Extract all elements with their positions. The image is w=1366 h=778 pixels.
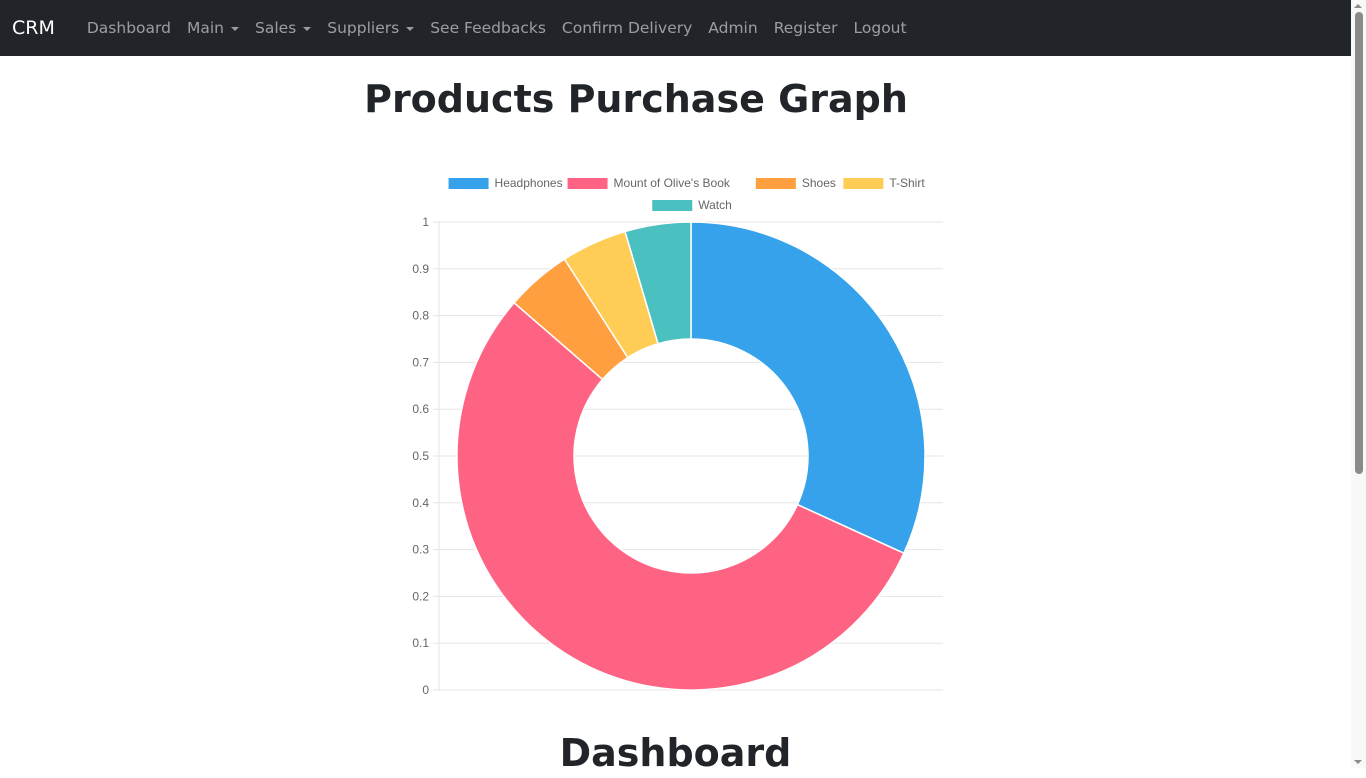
page-title: Products Purchase Graph — [364, 77, 908, 121]
nav-link-label: Dashboard — [86, 19, 171, 37]
scroll-down-arrow-icon[interactable] — [1354, 760, 1362, 764]
legend-swatch — [755, 178, 796, 189]
y-tick-label: 0.8 — [412, 309, 429, 323]
nav-items: Dashboard Main Sales Suppliers See Feedbacks… — [79, 19, 915, 37]
y-tick-label: 0.3 — [412, 543, 429, 557]
y-tick-label: 0.2 — [412, 589, 429, 603]
nav-link-label: Suppliers — [327, 19, 400, 37]
vertical-scrollbar[interactable] — [1351, 0, 1366, 768]
dashboard-heading: Dashboard — [559, 731, 792, 775]
legend-swatch — [843, 178, 884, 189]
legend-swatch — [448, 178, 489, 189]
y-tick-label: 0.4 — [412, 496, 429, 510]
legend-label: Shoes — [802, 176, 836, 190]
legend-label: Mount of Olive's Book — [614, 176, 731, 190]
scrollbar-thumb[interactable] — [1355, 12, 1363, 474]
legend-item[interactable]: Headphones — [448, 176, 563, 190]
brand-link[interactable]: CRM — [12, 17, 55, 39]
nav-link-label: Logout — [853, 19, 907, 37]
y-tick-label: 0.7 — [412, 355, 429, 369]
caret-down-icon — [230, 27, 239, 31]
nav-link-label: Admin — [708, 19, 758, 37]
caret-down-icon — [406, 27, 415, 31]
nav-link-label: Register — [773, 19, 838, 37]
nav-link-dashboard[interactable]: Dashboard — [79, 19, 179, 37]
products-purchase-chart: Headphones Mount of Olive's Book Shoes T-Sh… — [412, 176, 943, 697]
nav-link-label: Confirm Delivery — [561, 19, 693, 37]
nav-link-suppliers[interactable]: Suppliers — [319, 19, 422, 37]
legend-label: Headphones — [495, 176, 563, 190]
y-tick-label: 1 — [422, 215, 429, 229]
legend-label: Watch — [698, 198, 732, 212]
y-tick-label: 0.6 — [412, 402, 429, 416]
nav-link-label: Main — [186, 19, 224, 37]
legend-swatch — [567, 178, 608, 189]
caret-down-icon — [303, 27, 312, 31]
slice-headphones[interactable] — [690, 221, 926, 555]
y-tick-label: 0.9 — [412, 262, 429, 276]
nav-link-register[interactable]: Register — [766, 19, 846, 37]
legend-item[interactable]: Shoes — [755, 176, 836, 190]
nav-link-logout[interactable]: Logout — [846, 19, 915, 37]
scroll-up-arrow-icon[interactable] — [1354, 4, 1362, 8]
nav-link-confirm-delivery[interactable]: Confirm Delivery — [554, 19, 700, 37]
legend-item[interactable]: T-Shirt — [843, 176, 925, 190]
navbar: CRM Dashboard Main Sales Suppliers See Feedb… — [0, 0, 1351, 56]
y-tick-label: 0.1 — [412, 636, 429, 650]
legend-item[interactable]: Mount of Olive's Book — [567, 176, 731, 190]
y-tick-label: 0.5 — [412, 449, 429, 463]
nav-link-label: Sales — [254, 19, 297, 37]
y-tick-label: 0 — [422, 683, 429, 697]
legend-label: T-Shirt — [889, 176, 925, 190]
nav-link-admin[interactable]: Admin — [700, 19, 765, 37]
legend-swatch — [652, 200, 693, 211]
legend-item[interactable]: Watch — [652, 198, 732, 212]
nav-link-main[interactable]: Main — [179, 19, 247, 37]
nav-link-label: See Feedbacks — [430, 19, 546, 37]
nav-link-sales[interactable]: Sales — [247, 19, 319, 37]
nav-link-see-feedbacks[interactable]: See Feedbacks — [422, 19, 554, 37]
